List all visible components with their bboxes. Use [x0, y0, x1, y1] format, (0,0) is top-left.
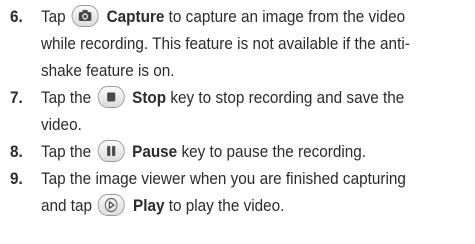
pause-label: Pause: [132, 142, 178, 161]
step-text: Tap the image viewer when you are finish…: [41, 165, 448, 219]
step-text: Tap the Pause key to pause the recording…: [41, 138, 448, 165]
step-text-prefix: Tap: [41, 7, 66, 26]
step-number: 7.: [10, 88, 23, 107]
stop-icon: [97, 86, 125, 108]
step-text-rest: to play the video.: [168, 196, 285, 215]
capture-label: Capture: [106, 7, 165, 26]
step-number: 8.: [10, 142, 23, 161]
play-label: Play: [132, 196, 165, 215]
step-text-prefix: and tap: [41, 196, 93, 215]
step-text-prefix: Tap the: [41, 142, 92, 161]
step-text-prefix: Tap the: [41, 88, 92, 107]
stop-label: Stop: [132, 88, 167, 107]
pause-icon: [97, 140, 125, 162]
step-number: 6.: [10, 7, 23, 26]
camera-icon: [71, 5, 99, 27]
instruction-list: 6. Tap Capture to capture an image from …: [0, 0, 475, 244]
step-number: 9.: [10, 169, 23, 188]
step-text-rest: key to pause the recording.: [181, 142, 367, 161]
step-text-line: Tap the image viewer when you are finish…: [41, 169, 406, 188]
step-text-rest: key to stop recording and save the: [170, 88, 405, 107]
step-text: Tap the Stop key to stop recording and s…: [41, 84, 448, 138]
step-text-line: video.: [41, 115, 82, 134]
step-text-rest: to capture an image from the video: [168, 7, 406, 26]
play-icon: [98, 194, 126, 216]
step-text-line: while recording. This feature is not ava…: [41, 34, 410, 53]
step-text: Tap Capture to capture an image from the…: [41, 3, 448, 84]
step-text-line: shake feature is on.: [41, 61, 175, 80]
